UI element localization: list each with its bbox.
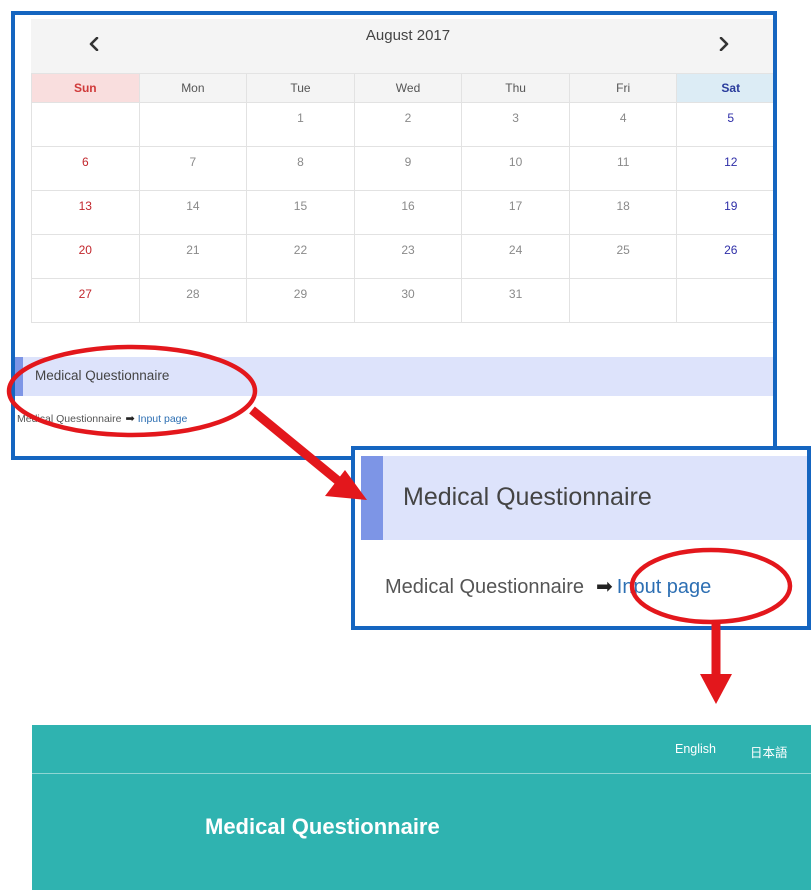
calendar-day-cell[interactable]: 15 xyxy=(247,191,355,235)
calendar-day-cell[interactable]: 9 xyxy=(354,147,463,191)
calendar-day-cell[interactable]: 13 xyxy=(31,191,140,235)
language-japanese-link[interactable]: 日本語 xyxy=(750,742,788,761)
calendar-day-cell[interactable]: 16 xyxy=(354,191,463,235)
zoomed-input-page-link[interactable]: Input page xyxy=(617,576,712,598)
calendar-day-cell[interactable]: 30 xyxy=(354,279,463,323)
calendar-day-cell[interactable]: 18 xyxy=(569,191,678,235)
right-arrow-icon: ➡ xyxy=(596,576,613,598)
calendar-day-cell[interactable]: 5 xyxy=(677,103,773,147)
calendar-day-cell[interactable]: 22 xyxy=(247,235,355,279)
calendar-week-row: 27 28 29 30 31 xyxy=(31,279,773,323)
calendar-day-cell[interactable]: 2 xyxy=(354,103,463,147)
zoomed-section-heading-bar: Medical Questionnaire xyxy=(361,456,807,540)
calendar-day-cell[interactable]: 21 xyxy=(139,235,248,279)
zoomed-section-link-prefix: Medical Questionnaire xyxy=(385,576,584,598)
calendar-day-cell[interactable]: 31 xyxy=(462,279,570,323)
calendar-day-cell[interactable]: 27 xyxy=(31,279,140,323)
weekday-fri: Fri xyxy=(569,74,678,103)
weekday-tue: Tue xyxy=(247,74,355,103)
calendar-day-cell[interactable]: 1 xyxy=(247,103,355,147)
calendar: August 2017 Sun Mon Tue Wed Thu Fri Sat … xyxy=(31,19,773,323)
calendar-day-cell[interactable]: 23 xyxy=(354,235,463,279)
calendar-empty-cell xyxy=(139,103,248,147)
calendar-day-cell[interactable]: 6 xyxy=(31,147,140,191)
section-link-line: Medical Questionnaire ➡ Input page xyxy=(17,412,187,425)
calendar-day-cell[interactable]: 20 xyxy=(31,235,140,279)
weekday-sun: Sun xyxy=(31,74,140,103)
calendar-day-cell[interactable]: 29 xyxy=(247,279,355,323)
calendar-empty-cell xyxy=(569,279,678,323)
zoomed-section-heading: Medical Questionnaire xyxy=(403,483,652,511)
annotation-arrow-head-2 xyxy=(700,674,732,704)
zoomed-callout-frame: Medical Questionnaire Medical Questionna… xyxy=(351,446,811,630)
calendar-screenshot-frame: August 2017 Sun Mon Tue Wed Thu Fri Sat … xyxy=(11,11,777,460)
calendar-day-cell[interactable]: 3 xyxy=(462,103,570,147)
questionnaire-page-title: Medical Questionnaire xyxy=(205,814,440,839)
calendar-grid: 1 2 3 4 5 6 7 8 9 10 11 12 13 14 15 16 17 18 19 20 21 22 23 24 2… xyxy=(31,103,773,323)
calendar-day-cell[interactable]: 17 xyxy=(462,191,570,235)
weekday-mon: Mon xyxy=(139,74,248,103)
calendar-week-row: 6 7 8 9 10 11 12 xyxy=(31,147,773,191)
calendar-week-row: 13 14 15 16 17 18 19 xyxy=(31,191,773,235)
calendar-empty-cell xyxy=(677,279,773,323)
weekday-header-row: Sun Mon Tue Wed Thu Fri Sat xyxy=(31,74,773,103)
section-heading-bar: Medical Questionnaire xyxy=(15,357,773,396)
calendar-day-cell[interactable]: 7 xyxy=(139,147,248,191)
calendar-day-cell[interactable]: 11 xyxy=(569,147,678,191)
zoomed-section-heading-accent xyxy=(361,456,383,540)
language-bar: English 日本語 xyxy=(32,725,811,774)
calendar-week-row: 20 21 22 23 24 25 26 xyxy=(31,235,773,279)
calendar-week-row: 12345 xyxy=(31,103,773,147)
weekday-wed: Wed xyxy=(354,74,463,103)
weekday-sat: Sat xyxy=(677,74,773,103)
chevron-right-icon xyxy=(719,37,729,51)
calendar-day-cell[interactable]: 28 xyxy=(139,279,248,323)
calendar-day-cell[interactable]: 10 xyxy=(462,147,570,191)
calendar-day-cell[interactable]: 8 xyxy=(247,147,355,191)
calendar-day-cell[interactable]: 24 xyxy=(462,235,570,279)
section-heading: Medical Questionnaire xyxy=(35,368,170,383)
questionnaire-page-header: English 日本語 Medical Questionnaire xyxy=(32,725,811,890)
weekday-thu: Thu xyxy=(462,74,570,103)
calendar-month-title: August 2017 xyxy=(365,27,451,44)
next-month-button[interactable] xyxy=(711,31,737,57)
calendar-day-cell[interactable]: 25 xyxy=(569,235,678,279)
calendar-empty-cell xyxy=(31,103,140,147)
calendar-day-cell[interactable]: 26 xyxy=(677,235,773,279)
calendar-day-cell[interactable]: 19 xyxy=(677,191,773,235)
zoomed-section-link-line: Medical Questionnaire ➡ Input page xyxy=(385,574,711,599)
section-heading-accent xyxy=(15,357,23,396)
calendar-day-cell[interactable]: 4 xyxy=(569,103,678,147)
language-english-link[interactable]: English xyxy=(675,742,716,756)
calendar-header: August 2017 xyxy=(31,19,773,74)
input-page-link[interactable]: Input page xyxy=(138,413,188,425)
right-arrow-icon: ➡ xyxy=(125,413,135,425)
section-link-prefix: Medical Questionnaire xyxy=(17,413,122,425)
calendar-day-cell[interactable]: 14 xyxy=(139,191,248,235)
calendar-day-cell[interactable]: 12 xyxy=(677,147,773,191)
